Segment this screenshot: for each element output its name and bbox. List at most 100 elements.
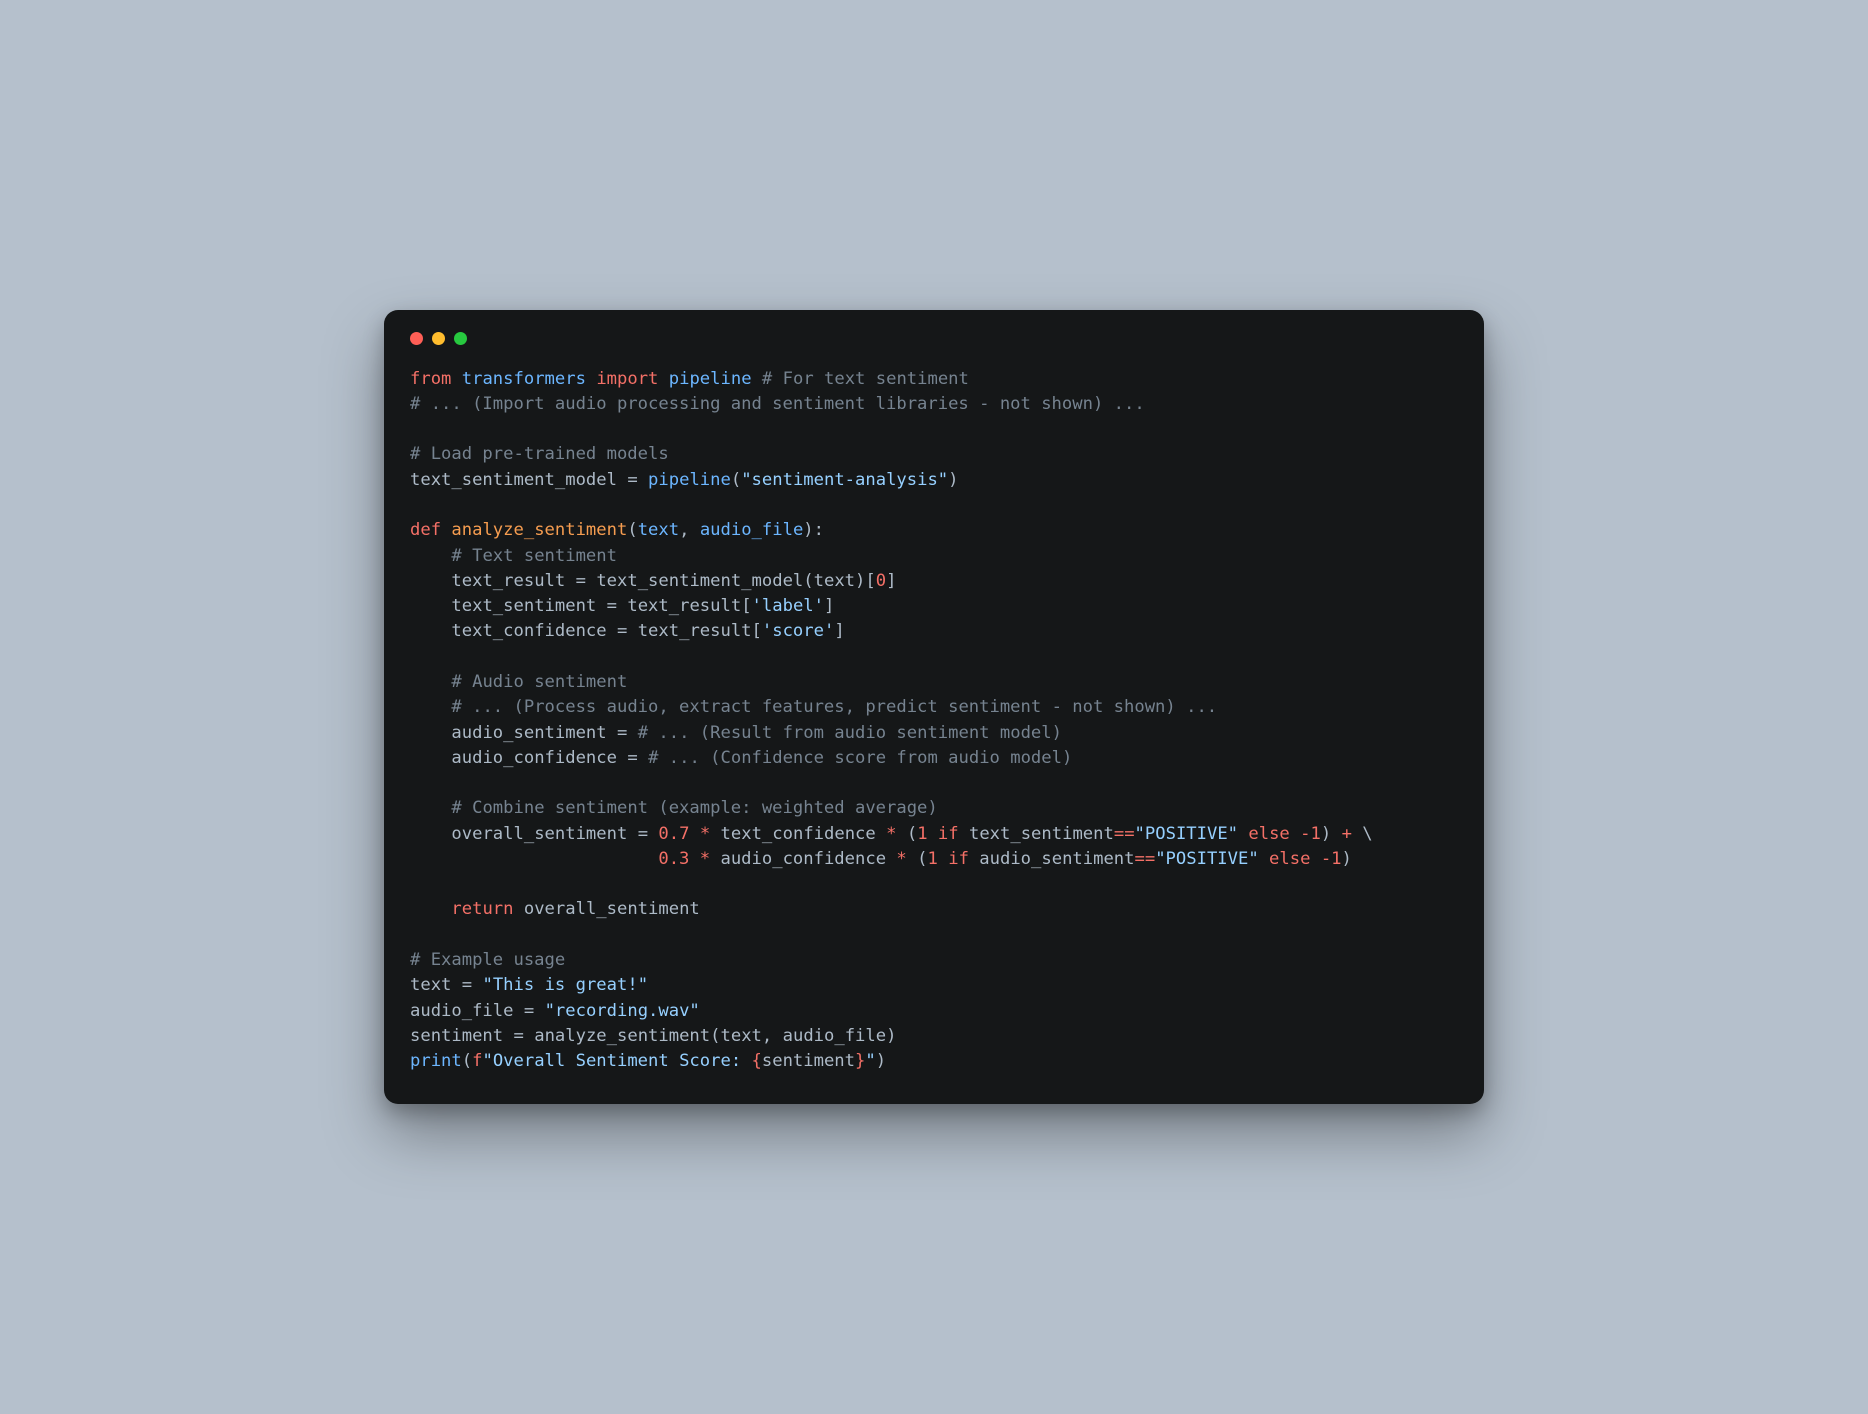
code-token-id: text_sentiment bbox=[969, 824, 1114, 844]
zoom-icon[interactable] bbox=[454, 332, 467, 345]
code-token-mod: print bbox=[410, 1051, 462, 1071]
code-token-num: 0 bbox=[876, 571, 886, 591]
code-token-str: 'score' bbox=[762, 621, 834, 641]
code-token-kw: else bbox=[1248, 824, 1289, 844]
code-token-comm: # For text sentiment bbox=[762, 369, 969, 389]
code-block: from transformers import pipeline # For … bbox=[410, 367, 1458, 1075]
code-token-paren: ( bbox=[917, 849, 927, 869]
code-token-paren: [ bbox=[741, 596, 751, 616]
code-token-comm: # ... (Confidence score from audio model… bbox=[648, 748, 1072, 768]
code-token-str: "recording.wav" bbox=[545, 1001, 700, 1021]
code-token-str: 'label' bbox=[752, 596, 824, 616]
code-token-paren: ] bbox=[834, 621, 844, 641]
code-token-id: analyze_sentiment bbox=[534, 1026, 710, 1046]
code-token-id: audio_file bbox=[410, 1001, 513, 1021]
code-token-id: text_result bbox=[627, 596, 741, 616]
code-token-assign: = bbox=[638, 824, 648, 844]
code-token-assign: = bbox=[617, 723, 627, 743]
code-token-num: 0.3 bbox=[658, 849, 689, 869]
window-traffic-lights bbox=[410, 332, 1458, 345]
code-token-paren: ( bbox=[462, 1051, 472, 1071]
code-token-num: -1 bbox=[1321, 849, 1342, 869]
code-token-assign: = bbox=[514, 1026, 524, 1046]
code-token-id: overall_sentiment bbox=[524, 899, 700, 919]
code-token-paren: ) bbox=[1342, 849, 1352, 869]
code-token-op: * bbox=[896, 849, 906, 869]
code-token-assign: = bbox=[524, 1001, 534, 1021]
minimize-icon[interactable] bbox=[432, 332, 445, 345]
code-token-assign: = bbox=[627, 748, 637, 768]
code-token-id: text_result bbox=[451, 571, 565, 591]
code-token-paren: ) bbox=[803, 520, 813, 540]
code-token-paren: ] bbox=[824, 596, 834, 616]
code-token-punct: , bbox=[762, 1026, 772, 1046]
code-token-punct: , bbox=[679, 520, 689, 540]
code-token-paren: ( bbox=[710, 1026, 720, 1046]
code-token-id: sentiment bbox=[410, 1026, 503, 1046]
code-token-str: "Overall Sentiment Score: bbox=[482, 1051, 751, 1071]
code-token-op: * bbox=[886, 824, 896, 844]
code-token-comm: # Combine sentiment (example: weighted a… bbox=[451, 798, 937, 818]
code-token-id: text bbox=[721, 1026, 762, 1046]
code-token-paren: ( bbox=[803, 571, 813, 591]
code-token-kw: if bbox=[938, 824, 959, 844]
code-token-id: audio_sentiment bbox=[979, 849, 1134, 869]
code-token-paren: ( bbox=[907, 824, 917, 844]
code-token-assign: = bbox=[617, 621, 627, 641]
code-token-comm: # Example usage bbox=[410, 950, 565, 970]
code-token-paren: [ bbox=[865, 571, 875, 591]
code-token-paren: ) bbox=[1321, 824, 1331, 844]
code-token-id: text_sentiment_model bbox=[410, 470, 617, 490]
code-token-id: overall_sentiment bbox=[451, 824, 627, 844]
code-window: from transformers import pipeline # For … bbox=[384, 310, 1484, 1105]
code-token-mod: pipeline bbox=[669, 369, 752, 389]
code-token-id: \ bbox=[1362, 824, 1372, 844]
code-token-kw: else bbox=[1269, 849, 1310, 869]
code-token-kw: if bbox=[948, 849, 969, 869]
code-token-brace: { bbox=[752, 1051, 762, 1071]
code-token-comm: # Audio sentiment bbox=[451, 672, 627, 692]
code-token-mod: transformers bbox=[462, 369, 586, 389]
code-token-comm: # ... (Process audio, extract features, … bbox=[451, 697, 1217, 717]
code-token-kw: import bbox=[596, 369, 658, 389]
code-token-id: text bbox=[814, 571, 855, 591]
code-token-str: " bbox=[865, 1051, 875, 1071]
code-token-num: -1 bbox=[1300, 824, 1321, 844]
code-token-paren: ) bbox=[855, 571, 865, 591]
code-token-assign: = bbox=[462, 975, 472, 995]
code-token-id: audio_file bbox=[783, 1026, 886, 1046]
code-token-id: text_confidence bbox=[451, 621, 606, 641]
code-token-brace: } bbox=[855, 1051, 865, 1071]
close-icon[interactable] bbox=[410, 332, 423, 345]
code-token-paren: ) bbox=[948, 470, 958, 490]
code-token-id: audio_confidence bbox=[720, 849, 886, 869]
code-token-mod: pipeline bbox=[648, 470, 731, 490]
code-token-kw: return bbox=[451, 899, 513, 919]
code-token-punct: : bbox=[814, 520, 824, 540]
code-token-paren: ) bbox=[876, 1051, 886, 1071]
code-token-kw: def bbox=[410, 520, 441, 540]
code-token-num: 0.7 bbox=[658, 824, 689, 844]
code-token-num: 1 bbox=[917, 824, 927, 844]
code-token-id: text_sentiment_model bbox=[596, 571, 803, 591]
code-token-paren: ( bbox=[627, 520, 637, 540]
code-token-paren: ) bbox=[886, 1026, 896, 1046]
code-token-str: "sentiment-analysis" bbox=[741, 470, 948, 490]
code-token-kw: from bbox=[410, 369, 451, 389]
code-token-kw: f bbox=[472, 1051, 482, 1071]
code-token-op: * bbox=[700, 824, 710, 844]
code-token-comm: # Load pre-trained models bbox=[410, 444, 669, 464]
code-token-str: "POSITIVE" bbox=[1155, 849, 1258, 869]
code-token-op: + bbox=[1342, 824, 1352, 844]
code-token-assign: = bbox=[607, 596, 617, 616]
code-token-op: == bbox=[1135, 849, 1156, 869]
code-token-param: text bbox=[638, 520, 679, 540]
code-token-assign: = bbox=[576, 571, 586, 591]
code-token-num: 1 bbox=[928, 849, 938, 869]
code-token-id: text_confidence bbox=[721, 824, 876, 844]
code-token-id: text_sentiment bbox=[451, 596, 596, 616]
code-token-op: * bbox=[700, 849, 710, 869]
code-token-paren: ( bbox=[731, 470, 741, 490]
code-token-id: text_result bbox=[638, 621, 752, 641]
code-token-id: audio_confidence bbox=[451, 748, 617, 768]
